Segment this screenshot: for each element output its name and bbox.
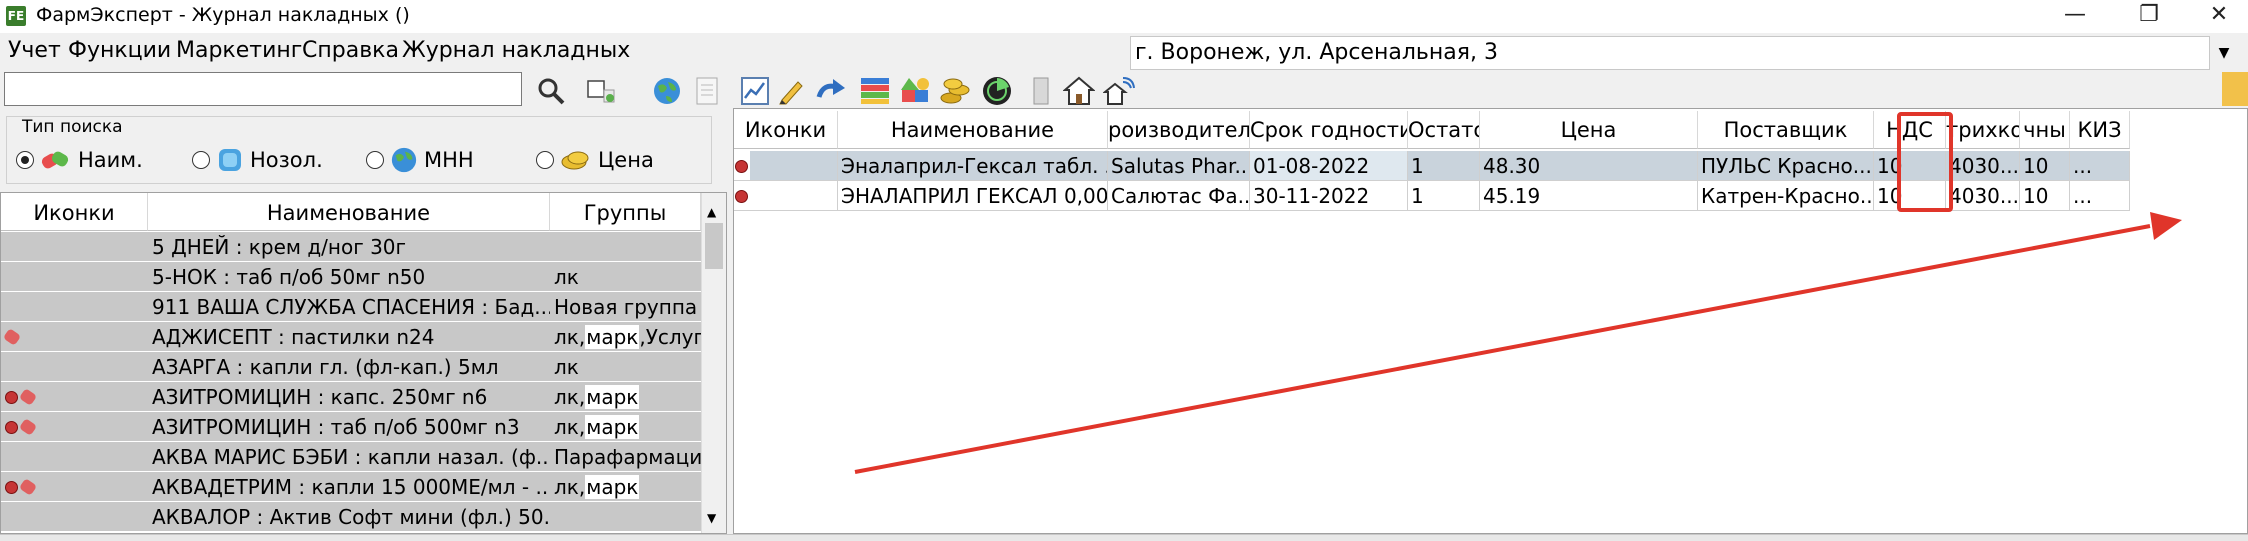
- status-bar: [0, 534, 2248, 541]
- annotation-arrow: [854, 212, 2182, 474]
